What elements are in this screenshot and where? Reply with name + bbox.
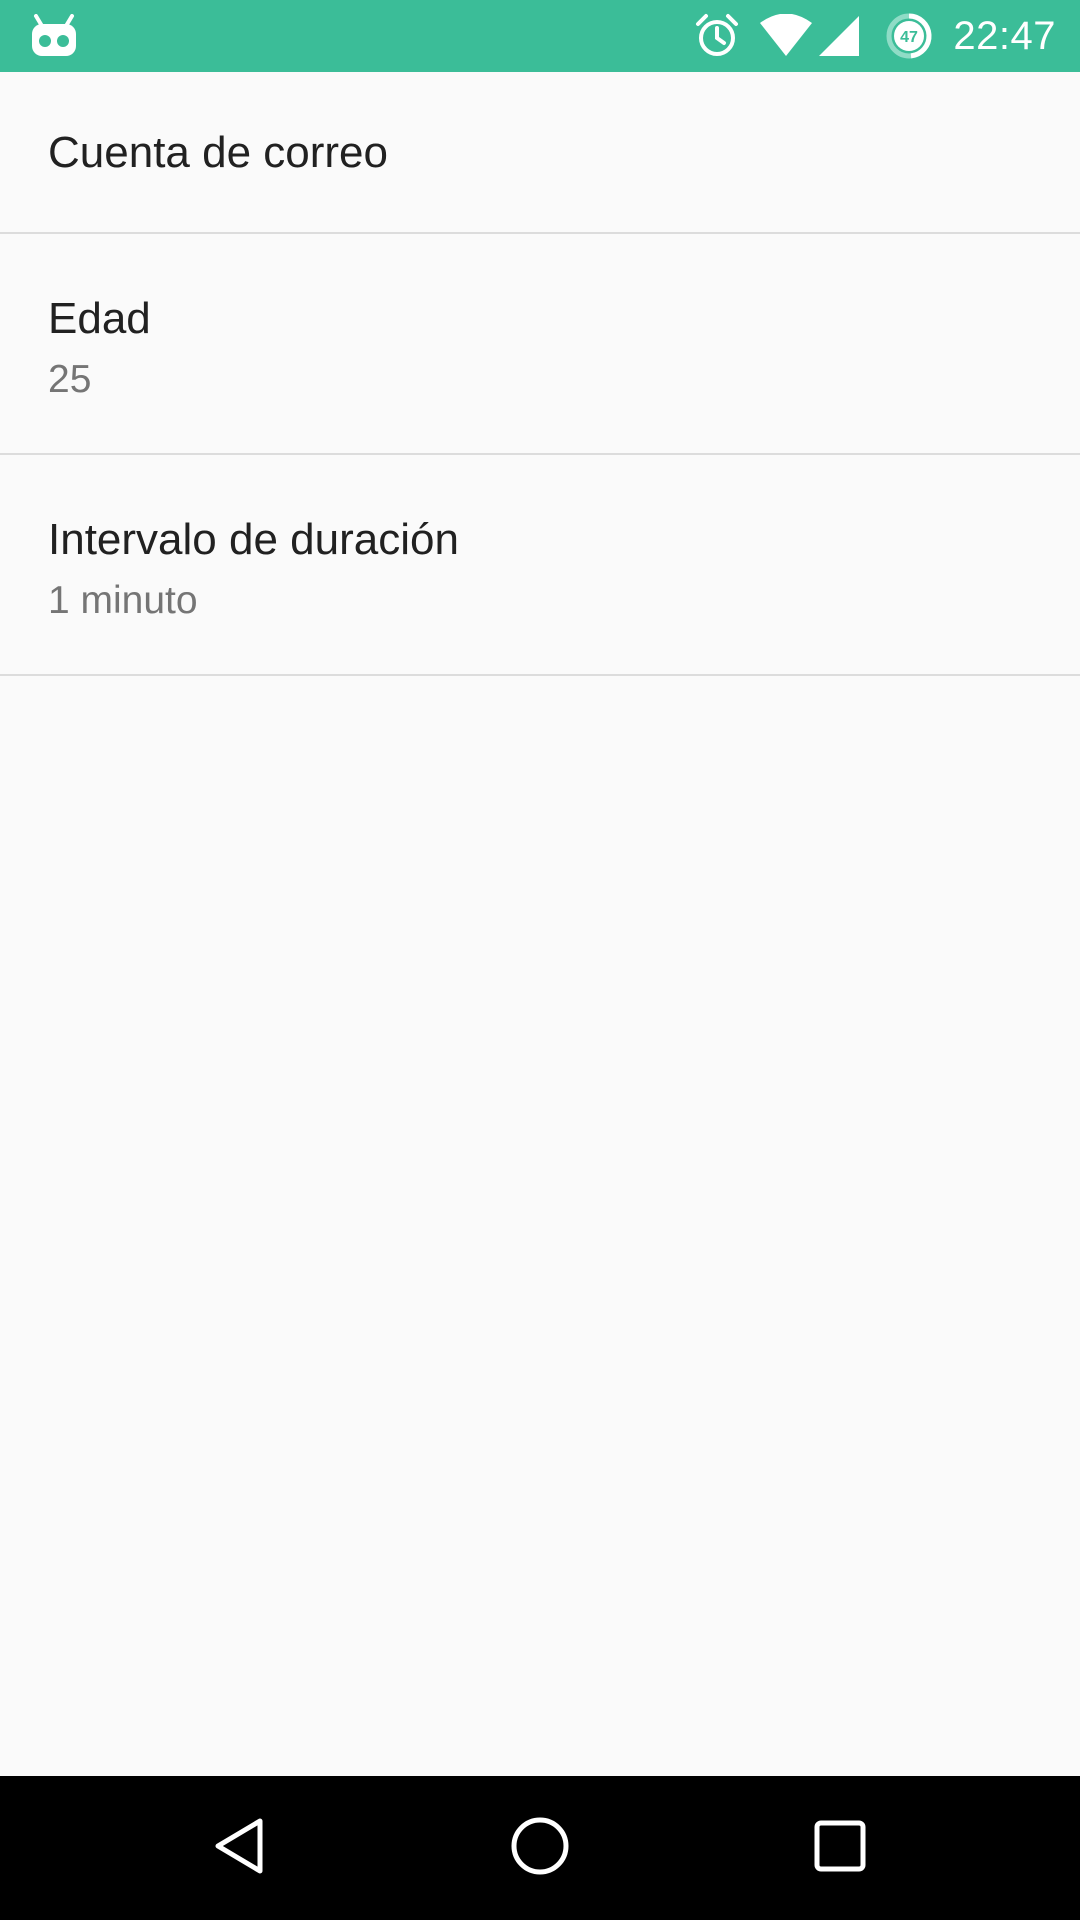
back-icon: [212, 1816, 268, 1881]
pref-title: Edad: [48, 294, 151, 343]
battery-level: 47: [900, 29, 918, 46]
pref-summary: 25: [48, 358, 92, 401]
recents-button[interactable]: [804, 1812, 876, 1884]
pref-summary: 1 minuto: [48, 579, 198, 622]
status-icons: 47 22:47: [693, 0, 1056, 72]
preference-list: Cuenta de correo Edad 25 Intervalo de du…: [0, 72, 1080, 676]
battery-icon: 47: [885, 12, 933, 60]
pref-item-age[interactable]: Edad 25: [0, 234, 1080, 455]
recents-icon: [813, 1819, 867, 1878]
back-button[interactable]: [204, 1812, 276, 1884]
pref-item-email-account[interactable]: Cuenta de correo: [0, 72, 1080, 234]
pref-title: Cuenta de correo: [48, 128, 388, 177]
status-clock: 22:47: [953, 13, 1056, 58]
alarm-icon: [693, 12, 741, 60]
wifi-icon: [759, 14, 813, 58]
status-bar: 47 22:47: [0, 0, 1080, 72]
pref-item-duration-interval[interactable]: Intervalo de duración 1 minuto: [0, 455, 1080, 676]
home-icon: [510, 1816, 570, 1881]
signal-icon: [817, 14, 861, 58]
home-button[interactable]: [504, 1812, 576, 1884]
pref-title: Intervalo de duración: [48, 515, 459, 564]
navigation-bar: [0, 1776, 1080, 1920]
cyanogenmod-bot-icon: [30, 14, 78, 58]
